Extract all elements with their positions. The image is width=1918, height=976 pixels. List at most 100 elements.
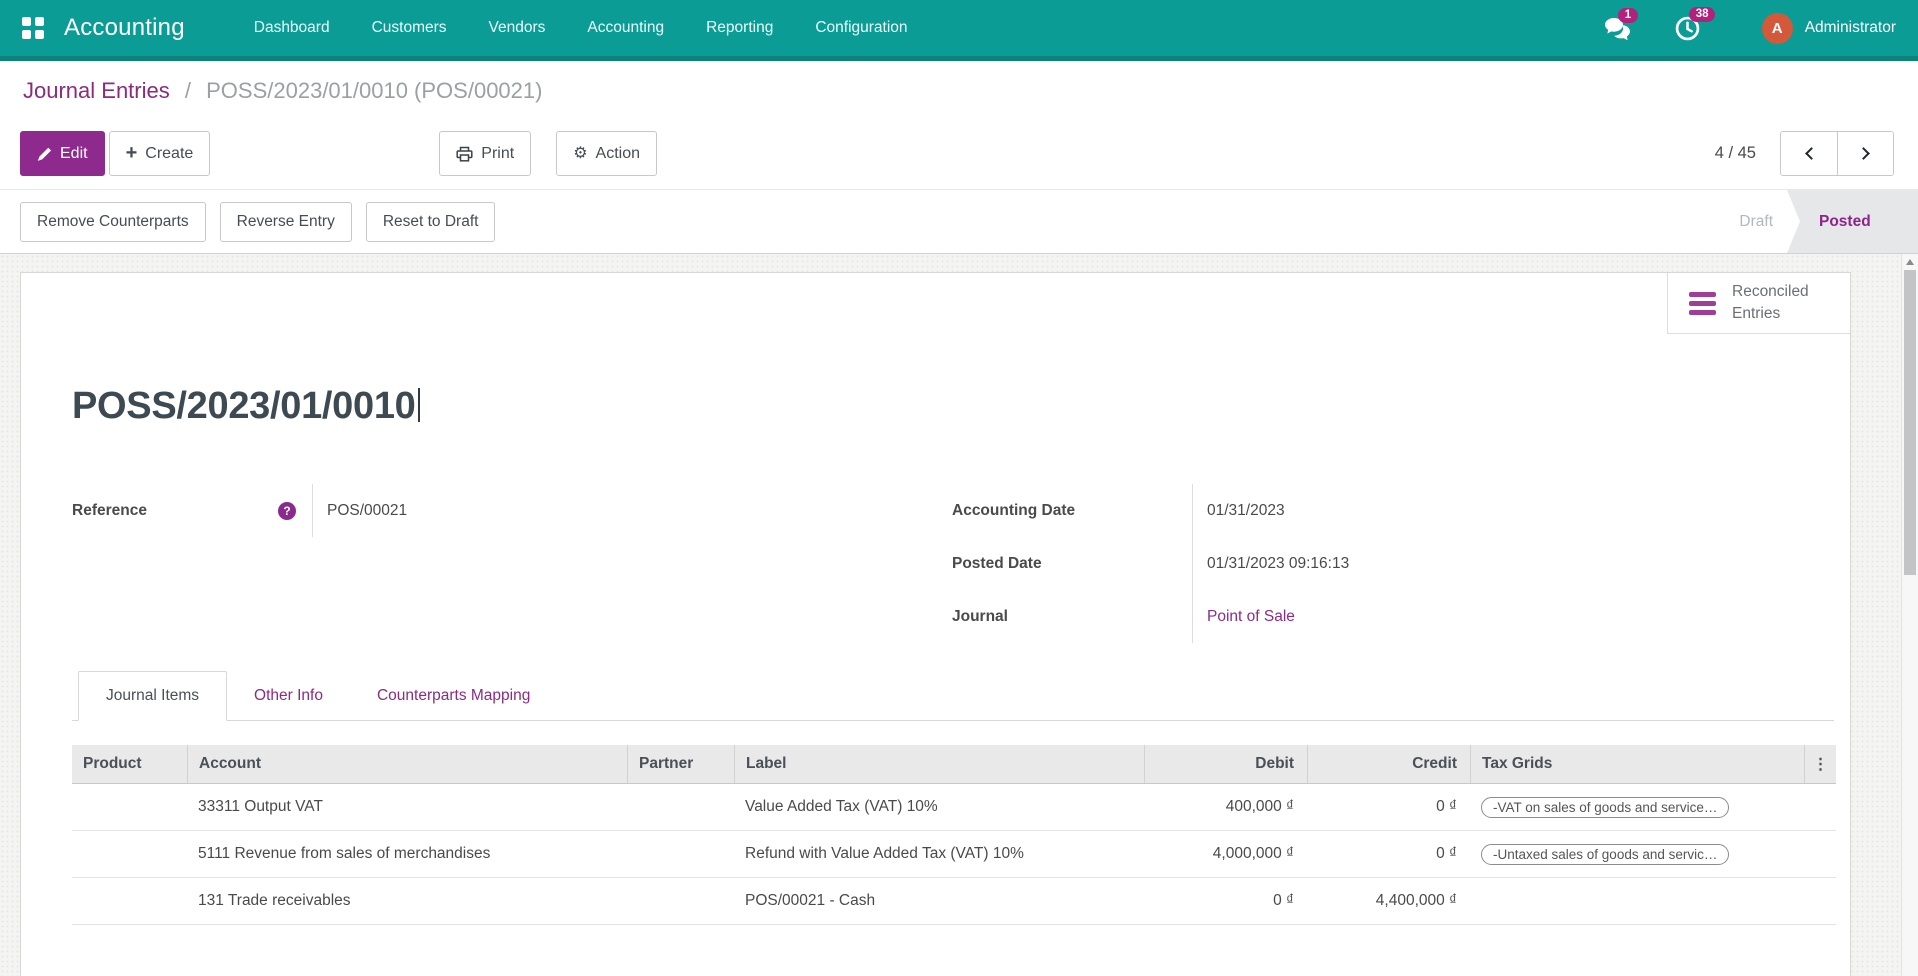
journal-value-link[interactable]: Point of Sale — [1207, 608, 1295, 626]
journal-label: Journal — [952, 590, 1192, 643]
chevron-right-icon — [1857, 147, 1870, 160]
cell-label: Refund with Value Added Tax (VAT) 10% — [734, 831, 1144, 877]
activities-button[interactable]: 38 — [1675, 16, 1700, 41]
cell-debit: 400,000 ₫ — [1144, 784, 1307, 830]
cell-account: 33311 Output VAT — [187, 784, 627, 830]
cell-account: 5111 Revenue from sales of merchandises — [187, 831, 627, 877]
messages-button[interactable]: 1 — [1604, 17, 1631, 40]
optional-columns-icon[interactable]: ⋮ — [1804, 745, 1836, 783]
record-title: POSS/2023/01/0010 — [72, 385, 416, 427]
scrollbar-thumb[interactable] — [1904, 270, 1916, 575]
posted-date-label: Posted Date — [952, 537, 1192, 590]
messages-badge: 1 — [1618, 8, 1638, 23]
navbar-right: 1 38 A Administrator — [1560, 13, 1896, 44]
text-caret — [418, 388, 420, 422]
reference-label: Reference ? — [72, 502, 312, 520]
vertical-scrollbar[interactable] — [1901, 254, 1918, 976]
menu-accounting[interactable]: Accounting — [566, 0, 685, 56]
field-groups: Reference ? POS/00021 Accounting Date Po… — [72, 484, 1834, 643]
user-avatar[interactable]: A — [1762, 13, 1793, 44]
action-button[interactable]: ⚙ Action — [556, 131, 657, 176]
reconciled-entries-button[interactable]: Reconciled Entries — [1667, 273, 1850, 334]
journal-items-table: Product Account Partner Label Debit Cred… — [72, 745, 1836, 925]
reference-value: POS/00021 — [312, 484, 532, 537]
header-product[interactable]: Product — [72, 745, 187, 783]
pencil-icon — [37, 146, 52, 161]
header-tax-grids[interactable]: Tax Grids — [1470, 745, 1804, 783]
cell-label: Value Added Tax (VAT) 10% — [734, 784, 1144, 830]
remove-counterparts-button[interactable]: Remove Counterparts — [20, 202, 206, 242]
header-label[interactable]: Label — [734, 745, 1144, 783]
tab-counterparts-mapping[interactable]: Counterparts Mapping — [350, 672, 557, 720]
status-draft[interactable]: Draft — [1739, 213, 1773, 231]
pager: 4 / 45 — [1715, 131, 1894, 176]
help-icon[interactable]: ? — [278, 502, 296, 520]
create-button[interactable]: + Create — [109, 131, 211, 176]
breadcrumb-current: POSS/2023/01/0010 (POS/00021) — [206, 78, 542, 103]
apps-grid-icon[interactable] — [22, 17, 44, 39]
cell-product — [72, 784, 187, 830]
right-values: 01/31/2023 01/31/2023 09:16:13 Point of … — [1192, 484, 1349, 643]
tax-grid-tag: -Untaxed sales of goods and servic… — [1481, 844, 1729, 865]
table-row[interactable]: 131 Trade receivables POS/00021 - Cash 0… — [72, 878, 1836, 925]
user-menu[interactable]: Administrator — [1805, 19, 1896, 37]
cell-product — [72, 831, 187, 877]
menu-dashboard[interactable]: Dashboard — [233, 0, 351, 56]
cell-credit: 0 ₫ — [1307, 784, 1470, 830]
reset-to-draft-button[interactable]: Reset to Draft — [366, 202, 496, 242]
breadcrumb: Journal Entries / POSS/2023/01/0010 (POS… — [0, 61, 1918, 118]
table-header: Product Account Partner Label Debit Cred… — [72, 745, 1836, 784]
form-sheet: Reconciled Entries POSS/2023/01/0010 Ref… — [20, 272, 1851, 976]
edit-button[interactable]: Edit — [20, 131, 105, 176]
pager-next-button[interactable] — [1837, 132, 1893, 175]
tax-grid-tag: -VAT on sales of goods and service… — [1481, 797, 1729, 818]
app-title[interactable]: Accounting — [64, 14, 185, 42]
pager-count[interactable]: 4 / 45 — [1715, 144, 1756, 163]
cell-debit: 4,000,000 ₫ — [1144, 831, 1307, 877]
accounting-date-label: Accounting Date — [952, 484, 1192, 537]
header-partner[interactable]: Partner — [627, 745, 734, 783]
bars-icon — [1689, 292, 1716, 315]
print-button[interactable]: Print — [439, 131, 531, 176]
tab-other-info[interactable]: Other Info — [227, 672, 350, 720]
tab-journal-items[interactable]: Journal Items — [78, 671, 227, 721]
table-row[interactable]: 33311 Output VAT Value Added Tax (VAT) 1… — [72, 784, 1836, 831]
menu-vendors[interactable]: Vendors — [468, 0, 567, 56]
cell-partner — [627, 831, 734, 877]
field-group-left: Reference ? POS/00021 — [72, 484, 952, 643]
reverse-entry-button[interactable]: Reverse Entry — [220, 202, 352, 242]
table-row[interactable]: 5111 Revenue from sales of merchandises … — [72, 831, 1836, 878]
field-group-right: Accounting Date Posted Date Journal 01/3… — [952, 484, 1834, 643]
cell-product — [72, 878, 187, 924]
pager-buttons — [1780, 131, 1894, 176]
activities-badge: 38 — [1689, 7, 1716, 22]
cell-account: 131 Trade receivables — [187, 878, 627, 924]
top-navbar: Accounting Dashboard Customers Vendors A… — [0, 0, 1918, 61]
right-labels: Accounting Date Posted Date Journal — [952, 484, 1192, 643]
header-credit[interactable]: Credit — [1307, 745, 1470, 783]
status-widget: Draft Posted — [1739, 190, 1918, 253]
posted-date-value: 01/31/2023 09:16:13 — [1207, 537, 1349, 590]
form-view-background: Reconciled Entries POSS/2023/01/0010 Ref… — [0, 254, 1918, 976]
breadcrumb-separator: / — [185, 78, 191, 103]
cell-partner — [627, 878, 734, 924]
breadcrumb-journal-entries[interactable]: Journal Entries — [23, 78, 170, 103]
notebook-tabs: Journal Items Other Info Counterparts Ma… — [72, 671, 1834, 721]
menu-reporting[interactable]: Reporting — [685, 0, 794, 56]
header-debit[interactable]: Debit — [1144, 745, 1307, 783]
cell-partner — [627, 784, 734, 830]
status-posted[interactable]: Posted — [1787, 190, 1918, 253]
plus-icon: + — [126, 143, 138, 163]
cell-credit: 0 ₫ — [1307, 831, 1470, 877]
menu-configuration[interactable]: Configuration — [794, 0, 928, 56]
form-statusbar: Remove Counterparts Reverse Entry Reset … — [0, 190, 1918, 254]
title-block: POSS/2023/01/0010 — [72, 385, 1834, 428]
header-account[interactable]: Account — [187, 745, 627, 783]
menu-customers[interactable]: Customers — [351, 0, 468, 56]
control-panel: Edit + Create Print ⚙ Action 4 / 45 — [0, 118, 1918, 190]
printer-icon — [456, 146, 473, 162]
scrollbar-up-arrow[interactable] — [1902, 254, 1918, 269]
gear-icon: ⚙ — [573, 146, 587, 162]
cell-debit: 0 ₫ — [1144, 878, 1307, 924]
pager-previous-button[interactable] — [1781, 132, 1837, 175]
